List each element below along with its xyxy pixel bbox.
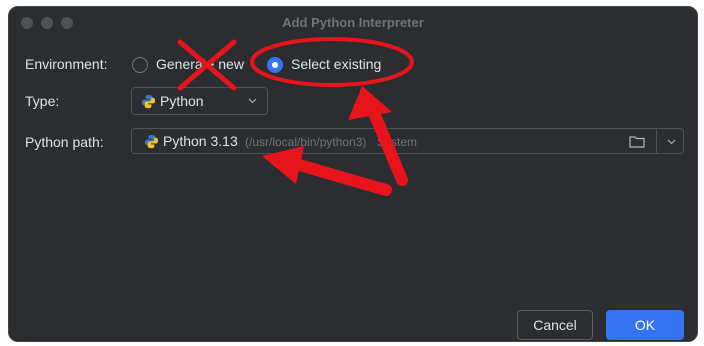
add-python-interpreter-dialog: Add Python Interpreter Environment: Gene… bbox=[8, 6, 698, 342]
folder-icon[interactable] bbox=[629, 135, 645, 148]
python-path-suffix: System bbox=[377, 135, 418, 149]
cancel-button[interactable]: Cancel bbox=[517, 310, 593, 340]
python-path-combo[interactable]: Python 3.13 (/usr/local/bin/python3) Sys… bbox=[131, 128, 684, 154]
title-bar: Add Python Interpreter bbox=[9, 7, 697, 39]
generate-new-radio[interactable] bbox=[132, 57, 148, 73]
combo-divider bbox=[656, 129, 657, 153]
type-label: Type: bbox=[25, 93, 60, 109]
select-existing-label[interactable]: Select existing bbox=[291, 56, 381, 72]
select-existing-radio[interactable] bbox=[267, 57, 283, 73]
python-path-value: Python 3.13 bbox=[163, 133, 238, 149]
dialog-title: Add Python Interpreter bbox=[282, 15, 424, 30]
environment-label: Environment: bbox=[25, 56, 108, 72]
python-logo-icon bbox=[141, 94, 156, 109]
python-path-detail: (/usr/local/bin/python3) bbox=[245, 135, 367, 149]
chevron-down-icon[interactable] bbox=[667, 139, 676, 145]
python-logo-icon bbox=[144, 134, 159, 149]
type-select[interactable]: Python bbox=[131, 87, 268, 115]
generate-new-label[interactable]: Generate new bbox=[156, 56, 244, 72]
python-path-label: Python path: bbox=[25, 134, 104, 150]
ok-button[interactable]: OK bbox=[606, 310, 684, 340]
type-select-value: Python bbox=[160, 93, 204, 109]
chevron-down-icon bbox=[248, 98, 257, 104]
